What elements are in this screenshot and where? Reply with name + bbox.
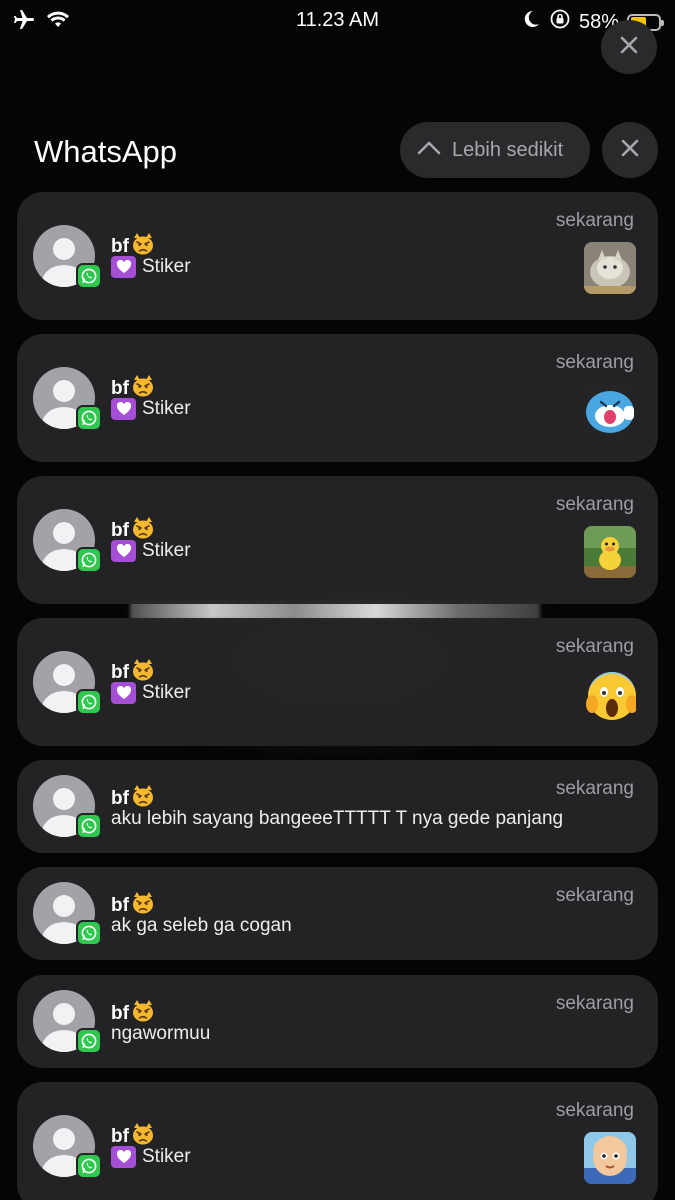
notification-card[interactable]: bf Stiker sekarang bbox=[17, 618, 658, 746]
message-text: Stiker bbox=[142, 256, 191, 277]
whatsapp-icon bbox=[76, 1028, 102, 1054]
heart-sticker-icon bbox=[111, 256, 136, 278]
heart-sticker-icon bbox=[111, 682, 136, 704]
heart-sticker-icon bbox=[111, 398, 136, 420]
whatsapp-icon bbox=[76, 689, 102, 715]
timestamp: sekarang bbox=[555, 1100, 634, 1121]
show-less-label: Lebih sedikit bbox=[452, 138, 564, 161]
notification-card[interactable]: bf ngawormuu sekarang bbox=[17, 975, 658, 1068]
close-button[interactable] bbox=[601, 20, 657, 74]
timestamp: sekarang bbox=[555, 993, 634, 1014]
sender-name: bf bbox=[111, 788, 129, 809]
heart-sticker-icon bbox=[111, 1146, 136, 1168]
sender-name: bf bbox=[111, 895, 129, 916]
whatsapp-icon bbox=[76, 405, 102, 431]
notification-card[interactable]: bf ak ga seleb ga cogan sekarang bbox=[17, 867, 658, 960]
sender-name: bf bbox=[111, 1003, 129, 1024]
whatsapp-icon bbox=[76, 263, 102, 289]
app-name: WhatsApp bbox=[34, 134, 178, 169]
timestamp: sekarang bbox=[555, 885, 634, 906]
notification-group-header: WhatsApp Lebih sedikit bbox=[0, 122, 675, 180]
show-less-button[interactable]: Lebih sedikit bbox=[400, 122, 590, 178]
sticker-thumbnail[interactable] bbox=[584, 1132, 636, 1184]
sticker-thumbnail[interactable] bbox=[584, 384, 636, 436]
sender-name: bf bbox=[111, 1126, 129, 1147]
sticker-thumbnail[interactable] bbox=[584, 526, 636, 578]
sender-name: bf bbox=[111, 520, 129, 541]
notification-card[interactable]: bf Stiker sekarang bbox=[17, 334, 658, 462]
status-bar: 11.23 AM 58% bbox=[0, 0, 675, 40]
notification-card[interactable]: bf aku lebih sayang bangeeeTTTTT T nya ge… bbox=[17, 760, 658, 853]
whatsapp-icon bbox=[76, 920, 102, 946]
message-text: ak ga seleb ga cogan bbox=[111, 915, 292, 936]
message-text: Stiker bbox=[142, 398, 191, 419]
sticker-thumbnail[interactable] bbox=[584, 242, 636, 294]
timestamp: sekarang bbox=[555, 778, 634, 799]
notification-card[interactable]: bf Stiker sekarang bbox=[17, 192, 658, 320]
clear-group-button[interactable] bbox=[602, 122, 658, 178]
message-text: aku lebih sayang bangeeeTTTTT T nya gede… bbox=[111, 808, 564, 829]
message-text: Stiker bbox=[142, 540, 191, 561]
timestamp: sekarang bbox=[555, 210, 634, 231]
whatsapp-icon bbox=[76, 813, 102, 839]
sender-name: bf bbox=[111, 236, 129, 257]
heart-sticker-icon bbox=[111, 540, 136, 562]
sticker-thumbnail[interactable] bbox=[584, 668, 636, 720]
message-text: ngawormuu bbox=[111, 1023, 211, 1044]
close-icon bbox=[619, 35, 639, 60]
orientation-lock-icon bbox=[549, 8, 571, 36]
timestamp: sekarang bbox=[555, 636, 634, 657]
sender-name: bf bbox=[111, 662, 129, 683]
sender-name: bf bbox=[111, 378, 129, 399]
chevron-up-icon bbox=[416, 139, 442, 162]
timestamp: sekarang bbox=[555, 352, 634, 373]
message-text: Stiker bbox=[142, 682, 191, 703]
whatsapp-icon bbox=[76, 547, 102, 573]
whatsapp-icon bbox=[76, 1153, 102, 1179]
notification-card[interactable]: bf Stiker sekarang bbox=[17, 1082, 658, 1200]
timestamp: sekarang bbox=[555, 494, 634, 515]
moon-icon bbox=[521, 9, 541, 35]
close-icon bbox=[620, 138, 640, 163]
notification-card[interactable]: bf Stiker sekarang bbox=[17, 476, 658, 604]
message-text: Stiker bbox=[142, 1146, 191, 1167]
